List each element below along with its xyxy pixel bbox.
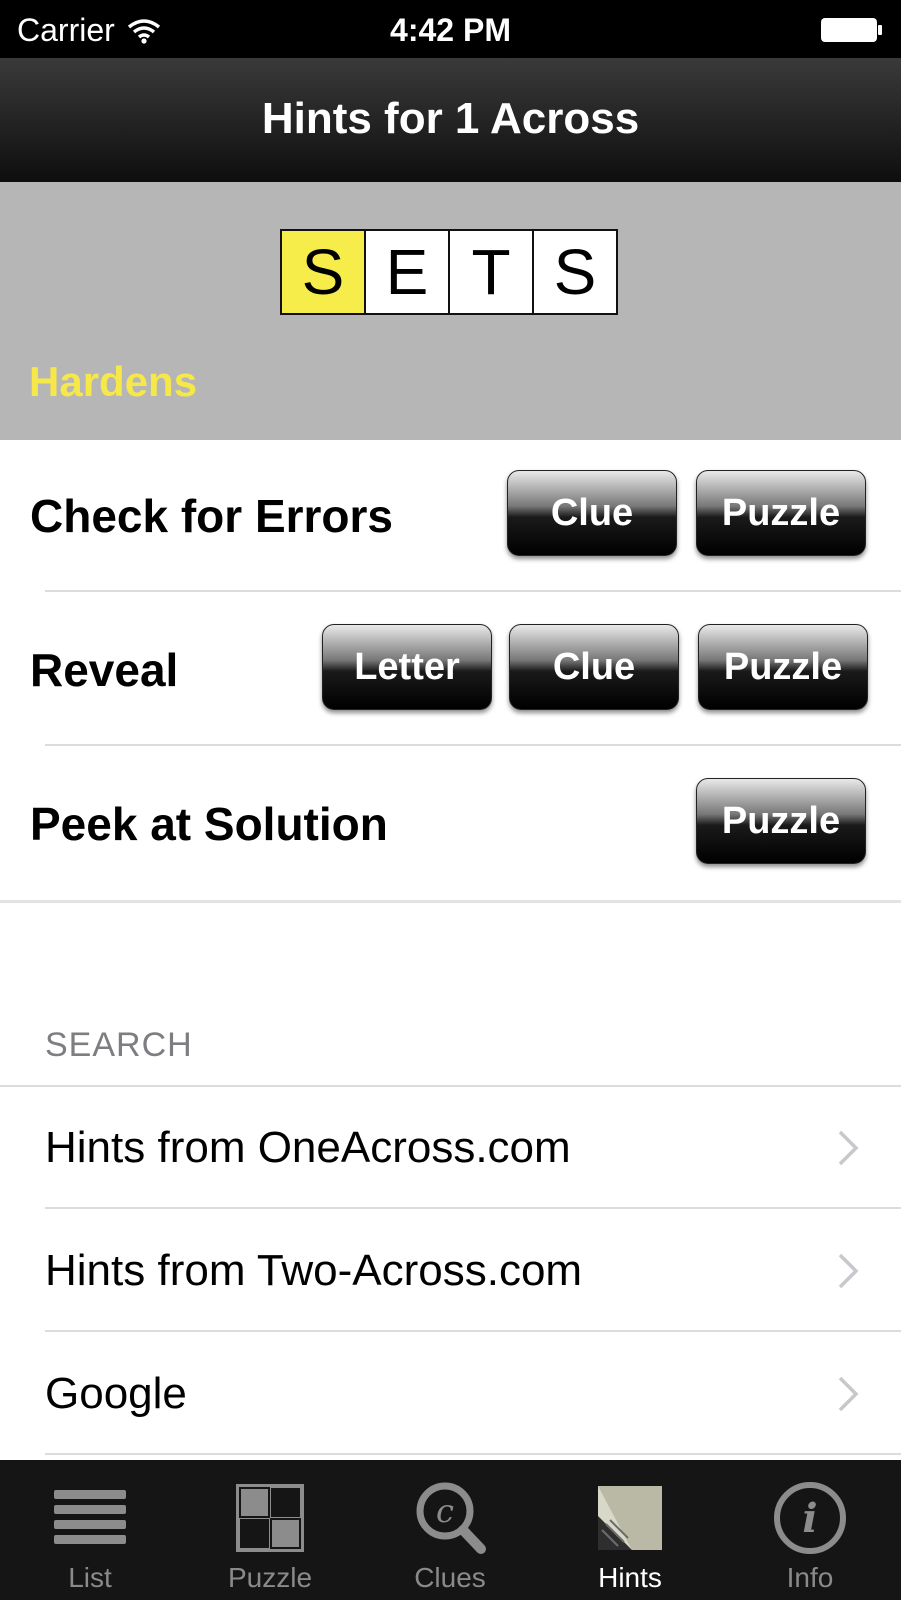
row-divider xyxy=(45,1453,901,1455)
row-divider xyxy=(45,590,901,592)
search-item-google[interactable]: Google xyxy=(0,1333,901,1455)
check-errors-row: Check for Errors Clue Puzzle xyxy=(0,440,901,592)
tab-label: Clues xyxy=(414,1562,486,1593)
tab-label: Info xyxy=(786,1562,834,1593)
puzzle-grid-icon xyxy=(236,1484,304,1552)
chevron-right-icon xyxy=(838,1253,859,1289)
status-time: 4:42 PM xyxy=(390,12,511,48)
section-divider xyxy=(0,900,901,903)
check-clue-button[interactable]: Clue xyxy=(507,470,677,556)
check-errors-label: Check for Errors xyxy=(30,490,394,542)
tab-bar: List Puzzle c Clues Hints i Info xyxy=(0,1460,901,1600)
tab-label: Hints xyxy=(598,1562,662,1593)
answer-cell[interactable]: S xyxy=(282,231,366,313)
peek-solution-row: Peek at Solution Puzzle xyxy=(0,748,901,900)
svg-text:i: i xyxy=(802,1495,817,1542)
tab-list[interactable]: List xyxy=(0,1460,180,1600)
clue-text: Hardens xyxy=(29,358,198,405)
check-puzzle-button[interactable]: Puzzle xyxy=(696,470,866,556)
tab-label: Puzzle xyxy=(227,1562,313,1593)
search-item-oneacross[interactable]: Hints from OneAcross.com xyxy=(0,1087,901,1209)
search-section-header: SEARCH xyxy=(45,1026,193,1064)
peek-puzzle-button[interactable]: Puzzle xyxy=(696,778,866,864)
list-item-label: Hints from OneAcross.com xyxy=(45,1123,571,1172)
reveal-puzzle-button[interactable]: Puzzle xyxy=(698,624,868,710)
reveal-label: Reveal xyxy=(30,644,179,696)
row-divider xyxy=(45,1207,901,1209)
clues-magnifier-icon: c xyxy=(416,1482,486,1554)
reveal-clue-button[interactable]: Clue xyxy=(509,624,679,710)
tab-label: List xyxy=(68,1562,112,1593)
clue-header: S E T S Hardens xyxy=(0,182,901,440)
row-divider xyxy=(45,744,901,746)
peek-solution-label: Peek at Solution xyxy=(30,798,388,850)
answer-cell[interactable]: S xyxy=(534,231,616,313)
tab-clues[interactable]: c Clues xyxy=(360,1460,540,1600)
answer-grid: S E T S xyxy=(280,229,618,315)
battery-icon xyxy=(821,18,882,42)
hints-page-icon xyxy=(598,1486,662,1550)
info-icon: i xyxy=(774,1482,846,1554)
navigation-bar: Hints for 1 Across xyxy=(0,58,901,182)
chevron-right-icon xyxy=(838,1130,859,1166)
svg-text:c: c xyxy=(436,1492,454,1530)
reveal-letter-button[interactable]: Letter xyxy=(322,624,492,710)
list-item-label: Google xyxy=(45,1369,187,1418)
reveal-row: Reveal Letter Clue Puzzle xyxy=(0,594,901,746)
status-bar: Carrier 4:42 PM xyxy=(0,0,901,58)
tab-info[interactable]: i Info xyxy=(720,1460,900,1600)
tab-puzzle[interactable]: Puzzle xyxy=(180,1460,360,1600)
search-item-twoacross[interactable]: Hints from Two-Across.com xyxy=(0,1210,901,1332)
answer-cell[interactable]: T xyxy=(450,231,534,313)
tab-hints[interactable]: Hints xyxy=(540,1460,720,1600)
chevron-right-icon xyxy=(838,1376,859,1412)
list-icon xyxy=(54,1490,126,1544)
answer-cell[interactable]: E xyxy=(366,231,450,313)
page-title: Hints for 1 Across xyxy=(261,94,640,143)
list-item-label: Hints from Two-Across.com xyxy=(45,1246,583,1295)
row-divider xyxy=(45,1330,901,1332)
